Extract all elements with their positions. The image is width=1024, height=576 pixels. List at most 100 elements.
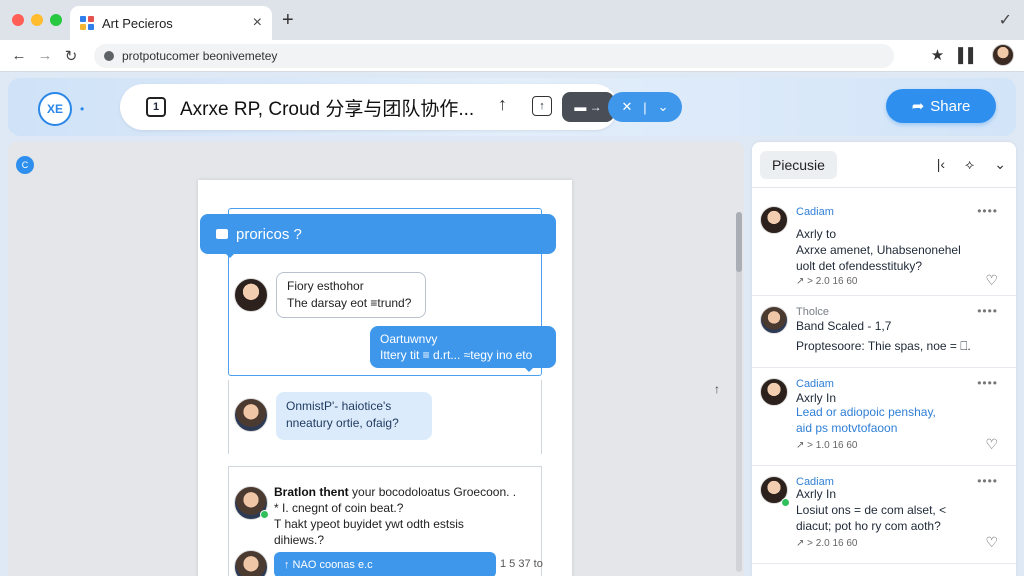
- thread-line: uolt det ofendesstituky?: [796, 259, 923, 273]
- share-label: Share: [930, 97, 971, 115]
- window-zoom-button[interactable]: [50, 14, 62, 26]
- app-header: XE • 1 Axrxe RP, Croud 分享与团队协作... ↑ ↑ ▬ …: [8, 78, 1016, 136]
- thread-line: Axrly to: [796, 227, 837, 241]
- comments-panel: Piecusie |‹ ⟡ ⌄ Cadiam •••• Axrly to Axr…: [752, 142, 1016, 576]
- canvas-marker-icon[interactable]: ↑: [714, 382, 720, 396]
- reply-input-bar[interactable]: ↑ NAO coonas e.c: [274, 552, 496, 576]
- more-options-icon[interactable]: ••••: [977, 376, 998, 390]
- back-button[interactable]: ←: [6, 47, 32, 64]
- more-options-icon[interactable]: ••••: [977, 474, 998, 488]
- comment-line: * I. cnegnt of coin beat.?: [274, 501, 404, 515]
- collapse-panel-icon[interactable]: |‹: [937, 156, 945, 173]
- heart-icon[interactable]: ♡: [985, 272, 998, 289]
- more-options-icon[interactable]: ••••: [977, 204, 998, 218]
- comment-author: Bratlon thent: [274, 485, 349, 499]
- thread-line: aid ps motvtofaoon: [796, 421, 898, 435]
- bookmark-star-icon[interactable]: ★: [931, 46, 944, 64]
- more-options-icon[interactable]: ••••: [977, 304, 998, 318]
- tab-close-icon[interactable]: ×: [253, 14, 262, 32]
- scrollbar-thumb[interactable]: [736, 212, 742, 272]
- filter-chevron-icon[interactable]: ⌄: [994, 156, 1006, 173]
- browser-tab[interactable]: Art Pecieros ×: [70, 6, 272, 40]
- thread-line: Losiut ons = de com alset, <: [796, 503, 947, 517]
- check-icon[interactable]: ✓: [999, 10, 1012, 30]
- comment-thread[interactable]: Cadiam •••• Axrly In Losiut ons = de com…: [752, 466, 1016, 564]
- thread-author[interactable]: Cadiam: [796, 206, 834, 218]
- collab-divider: |: [643, 99, 647, 115]
- browser-tab-bar: Art Pecieros × + ✓: [0, 0, 1024, 40]
- present-button[interactable]: ▬ →: [562, 92, 614, 122]
- message-line: OnmistP'- haiotice's: [286, 399, 392, 413]
- document-title[interactable]: Axrxe RP, Croud 分享与团队协作...: [180, 94, 474, 121]
- share-button[interactable]: ➦ Share: [886, 89, 996, 123]
- forward-button[interactable]: →: [32, 47, 58, 64]
- thread-line: Axrly In: [796, 487, 837, 501]
- online-status-dot: [260, 510, 269, 519]
- thread-meta: ↗ > 2.0 16 60: [796, 276, 858, 287]
- thread-author[interactable]: Tholce: [796, 306, 829, 318]
- message-line: nneatury ortie, ofaig?: [286, 416, 399, 430]
- window-minimize-button[interactable]: [31, 14, 43, 26]
- tab-title: Art Pecieros: [102, 15, 173, 31]
- avatar[interactable]: [760, 206, 788, 234]
- comment-thread[interactable]: Cadiam •••• Axrly In Lead or adiopoic pe…: [752, 368, 1016, 466]
- chat-icon: [216, 229, 228, 239]
- comment-block[interactable]: Bratlon thent your bocodoloatus Groecoon…: [274, 484, 534, 548]
- avatar[interactable]: [234, 398, 268, 432]
- thread-line: Lead or adiopoic penshay,: [796, 405, 936, 419]
- avatar[interactable]: [234, 278, 268, 312]
- topic-bubble[interactable]: proricos ?: [200, 214, 556, 258]
- message-line: Oartuwnvy: [380, 332, 438, 346]
- canvas-badge-icon[interactable]: C: [16, 156, 34, 174]
- reply-count: 1 5 37 to: [500, 558, 543, 570]
- comment-line: dihiews.?: [274, 533, 328, 547]
- message-line: Ittery tit ≡ d.rt... ≈tegy ino eto: [380, 348, 533, 362]
- avatar[interactable]: [234, 550, 268, 576]
- address-toolbar: ← → ↻ protpotucomer beonivemetey ★ ▌▌: [0, 40, 1024, 72]
- reload-button[interactable]: ↻: [58, 47, 84, 65]
- document-title-bar: 1 Axrxe RP, Croud 分享与团队协作... ↑ ↑ ▬ →: [120, 84, 618, 130]
- url-field[interactable]: protpotucomer beonivemetey: [94, 43, 894, 68]
- panel-header: Piecusie |‹ ⟡ ⌄: [752, 142, 1016, 188]
- collab-tool-icon: ✕: [621, 99, 633, 114]
- thread-line: Axrxe amenet, Uhabsenonehel: [796, 243, 961, 257]
- message-bubble[interactable]: Fiory esthohor The darsay eot ≡trund?: [276, 272, 426, 318]
- thread-meta: ↗ > 1.0 16 60: [796, 440, 858, 451]
- online-status-dot: [781, 498, 790, 507]
- new-tab-button[interactable]: +: [282, 10, 294, 30]
- window-close-button[interactable]: [12, 14, 24, 26]
- app-logo[interactable]: XE: [38, 92, 72, 126]
- upload-icon[interactable]: ↑: [532, 96, 552, 116]
- tab-favicon-icon: [80, 16, 94, 30]
- avatar[interactable]: [760, 378, 788, 406]
- reply-bubble[interactable]: Oartuwnvy Ittery tit ≡ d.rt... ≈tegy ino…: [370, 326, 556, 372]
- extensions-icon[interactable]: ▌▌: [958, 47, 978, 63]
- collaborate-menu-button[interactable]: ✕ | ⌄: [608, 92, 682, 122]
- panel-title-tab[interactable]: Piecusie: [760, 151, 837, 179]
- comment-thread[interactable]: Tholce •••• Band Scaled - 1,7 Proptesoor…: [752, 296, 1016, 368]
- thread-line: Proptesoore: Thie spas, noe = ⎕.: [796, 339, 971, 353]
- move-icon[interactable]: ⟡: [965, 156, 974, 173]
- topic-text: proricos ?: [236, 225, 302, 243]
- comment-thread[interactable]: Cadiam •••• Axrly to Axrxe amenet, Uhabs…: [752, 196, 1016, 296]
- message-bubble[interactable]: OnmistP'- haiotice's nneatury ortie, ofa…: [276, 392, 432, 440]
- avatar[interactable]: [760, 306, 788, 334]
- thread-meta: ↗ > 2.0 16 60: [796, 538, 858, 549]
- design-canvas[interactable]: C proricos ? Fiory esthohor The darsay e…: [8, 142, 744, 576]
- canvas-scrollbar[interactable]: [736, 212, 742, 572]
- thread-line: diacut; pot ho ry com aoth?: [796, 519, 941, 533]
- up-arrow-icon[interactable]: ↑: [498, 94, 507, 115]
- thread-line: Band Scaled - 1,7: [796, 319, 892, 333]
- heart-icon[interactable]: ♡: [985, 436, 998, 453]
- site-info-icon[interactable]: [104, 50, 114, 61]
- comment-line: T hakt ypeot buyidet ywt odth estsis: [274, 517, 464, 531]
- comment-line: your bocodoloatus Groecoon. .: [352, 485, 517, 499]
- profile-avatar[interactable]: [992, 44, 1014, 66]
- thread-author[interactable]: Cadiam: [796, 378, 834, 390]
- message-line: The darsay eot ≡trund?: [287, 296, 412, 310]
- prototype-page[interactable]: proricos ? Fiory esthohor The darsay eot…: [198, 180, 572, 576]
- document-icon: 1: [146, 97, 166, 117]
- url-text: protpotucomer beonivemetey: [122, 48, 278, 63]
- heart-icon[interactable]: ♡: [985, 534, 998, 551]
- message-line: Fiory esthohor: [287, 279, 364, 293]
